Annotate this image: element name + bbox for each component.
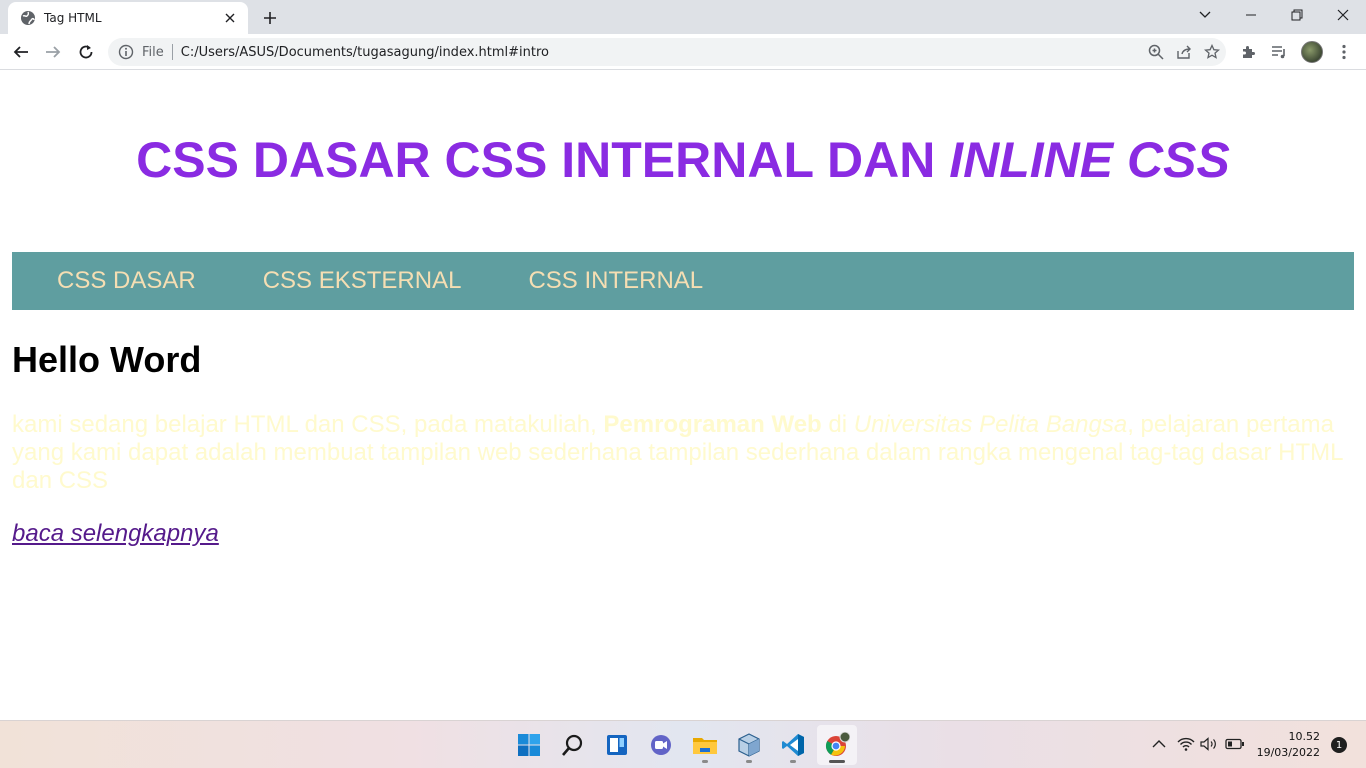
forward-button[interactable] (39, 38, 67, 66)
reload-icon (79, 45, 93, 59)
url-text[interactable]: C:/Users/ASUS/Documents/tugasagung/index… (181, 45, 1142, 60)
nav-link-css-eksternal[interactable]: CSS EKSTERNAL (263, 267, 462, 295)
share-icon[interactable] (1170, 38, 1198, 66)
close-tab-icon[interactable] (222, 10, 238, 26)
vscode-button[interactable] (773, 725, 813, 765)
paragraph-bold-course: Pemrograman Web (603, 411, 822, 438)
new-tab-button[interactable] (258, 6, 282, 30)
running-indicator (790, 760, 796, 763)
content-heading: Hello Word (12, 339, 202, 380)
chat-button[interactable] (641, 725, 681, 765)
running-indicator (702, 760, 708, 763)
info-icon[interactable] (118, 44, 134, 60)
navigation-bar: CSS DASAR CSS EKSTERNAL CSS INTERNAL (12, 252, 1354, 310)
paragraph-part-2: di (821, 411, 854, 438)
start-button[interactable] (509, 725, 549, 765)
file-explorer-icon (693, 738, 717, 754)
start-icon (518, 734, 540, 756)
active-indicator (829, 760, 845, 763)
clock-date: 19/03/2022 (1256, 746, 1320, 759)
search-icon (562, 734, 583, 756)
notification-badge[interactable]: 1 (1331, 737, 1347, 753)
scheme-label: File (142, 44, 164, 60)
taskbar-clock[interactable]: 10.52 19/03/2022 (1250, 729, 1320, 761)
extensions-puzzle-icon[interactable] (1234, 38, 1262, 66)
globe-icon (20, 10, 36, 26)
nav-link-css-internal[interactable]: CSS INTERNAL (528, 267, 703, 295)
widgets-icon (607, 735, 627, 755)
package-app-button[interactable] (729, 725, 769, 765)
tab-strip: Tag HTML (0, 0, 1366, 34)
task-view-button[interactable] (597, 725, 637, 765)
page-title: CSS DASAR CSS INTERNAL DAN INLINE CSS (0, 131, 1366, 189)
restore-button[interactable] (1274, 0, 1320, 30)
battery-icon[interactable] (1224, 733, 1246, 755)
nav-link-css-dasar[interactable]: CSS DASAR (57, 267, 196, 295)
taskbar: 10.52 19/03/2022 1 (0, 720, 1366, 768)
vscode-icon (782, 734, 804, 756)
browser-tab[interactable]: Tag HTML (8, 2, 248, 34)
arrow-right-icon (46, 46, 61, 58)
omnibox-divider (171, 44, 173, 60)
file-explorer-button[interactable] (685, 725, 725, 765)
web-page: CSS DASAR CSS INTERNAL DAN INLINE CSS CS… (0, 71, 1366, 720)
package-icon (738, 733, 760, 757)
chat-icon (651, 735, 671, 755)
paragraph-italic-university: Universitas Pelita Bangsa (853, 411, 1128, 438)
close-window-button[interactable] (1320, 0, 1366, 30)
intro-paragraph: kami sedang belajar HTML dan CSS, pada m… (12, 411, 1357, 495)
bookmark-star-icon[interactable] (1198, 38, 1226, 66)
chrome-icon (825, 732, 850, 756)
taskbar-search-button[interactable] (553, 725, 593, 765)
volume-icon[interactable] (1198, 733, 1220, 755)
page-title-normal: CSS DASAR CSS INTERNAL DAN (136, 132, 950, 188)
read-more-link[interactable]: baca selengkapnya (12, 520, 219, 548)
show-hidden-icons-chevron-up-icon[interactable] (1148, 733, 1170, 755)
paragraph-part-1: kami sedang belajar HTML dan CSS, pada m… (12, 411, 604, 438)
wifi-icon[interactable] (1175, 733, 1197, 755)
tab-search-chevron-down-icon[interactable] (1182, 0, 1228, 30)
avatar (1301, 41, 1323, 63)
media-queue-icon[interactable] (1265, 38, 1293, 66)
menu-kebab-icon[interactable] (1330, 38, 1358, 66)
back-button[interactable] (7, 38, 35, 66)
page-title-italic: INLINE CSS (949, 132, 1230, 188)
clock-time: 10.52 (1288, 730, 1321, 743)
arrow-left-icon (13, 46, 28, 58)
browser-toolbar: File C:/Users/ASUS/Documents/tugasagung/… (0, 34, 1366, 70)
profile-avatar[interactable] (1298, 38, 1326, 66)
address-bar[interactable]: File C:/Users/ASUS/Documents/tugasagung/… (108, 38, 1226, 66)
chrome-button[interactable] (817, 725, 857, 765)
running-indicator (746, 760, 752, 763)
zoom-icon[interactable] (1142, 38, 1170, 66)
reload-button[interactable] (72, 38, 100, 66)
minimize-button[interactable] (1228, 0, 1274, 30)
tab-title: Tag HTML (44, 11, 102, 25)
